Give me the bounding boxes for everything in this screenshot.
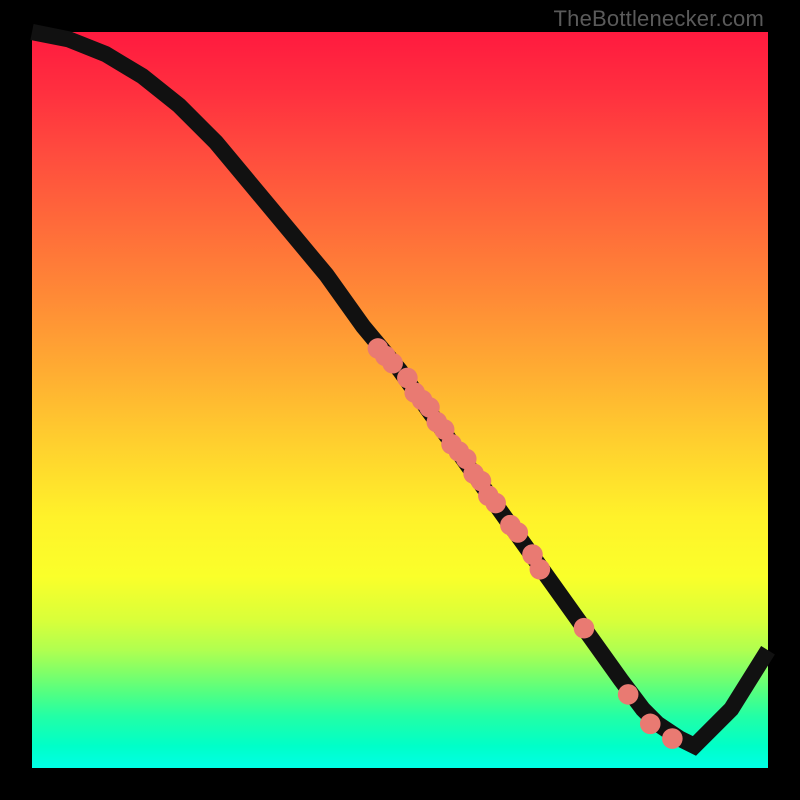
chart-svg: [32, 32, 768, 768]
data-marker: [485, 493, 506, 514]
data-marker: [640, 714, 661, 735]
bottleneck-curve-line: [32, 32, 768, 746]
data-marker: [507, 522, 528, 543]
data-marker: [574, 618, 595, 639]
data-marker: [618, 684, 639, 705]
watermark-text: TheBottlenecker.com: [554, 6, 764, 32]
data-marker: [382, 353, 403, 374]
chart-frame: TheBottlenecker.com: [0, 0, 800, 800]
data-marker: [662, 728, 683, 749]
data-marker: [530, 559, 551, 580]
